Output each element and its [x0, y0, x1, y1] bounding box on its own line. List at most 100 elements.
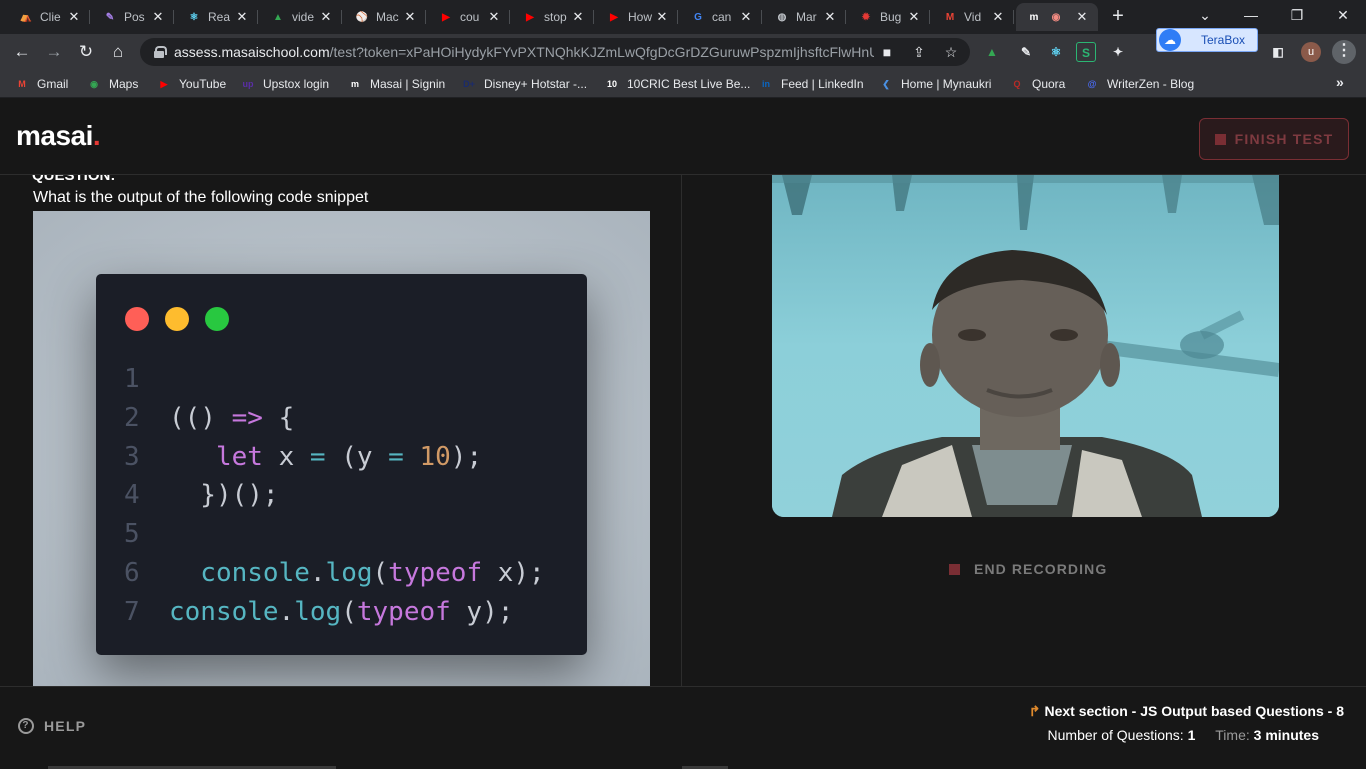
back-icon[interactable]: ← [10, 40, 34, 64]
page-content: masai. FINISH TEST QUESTION: What is the… [0, 98, 1366, 769]
masai-logo[interactable]: masai. [16, 120, 101, 152]
browser-tab[interactable]: ✹ Bug ✕ [848, 3, 930, 31]
forward-icon[interactable]: → [42, 40, 66, 64]
address-bar[interactable]: assess.masaischool.com/test?token=xPaHOi… [140, 38, 970, 66]
close-tab-icon[interactable]: ✕ [66, 9, 82, 25]
close-tab-icon[interactable]: ✕ [822, 9, 838, 25]
finish-test-button[interactable]: FINISH TEST [1199, 118, 1349, 160]
new-tab-button[interactable]: + [1106, 5, 1130, 29]
bookmark-item[interactable]: Q Quora [1009, 75, 1065, 93]
code-token: (y [325, 441, 389, 472]
bookmarks-overflow-icon[interactable]: » [1336, 74, 1344, 90]
share-icon[interactable]: ⇪ [910, 43, 928, 61]
react-icon: ⚛ [189, 11, 199, 23]
close-tab-icon[interactable]: ✕ [318, 9, 334, 25]
browser-tab[interactable]: ▶ cou ✕ [428, 3, 510, 31]
youtube-icon: ▶ [160, 78, 168, 89]
close-tab-icon[interactable]: ✕ [1074, 9, 1090, 25]
bookmark-label: Maps [109, 77, 139, 91]
close-tab-icon[interactable]: ✕ [654, 9, 670, 25]
code-line: 4 })(); [124, 476, 545, 515]
browser-tab[interactable]: ▶ stop ✕ [512, 3, 594, 31]
code-window: 1 2(() => {3 let x = (y = 10); 4 })(); 5 6… [96, 274, 587, 655]
tab-title: Rea [208, 10, 231, 24]
close-tab-icon[interactable]: ✕ [402, 9, 418, 25]
browser-tab[interactable]: ⚛ Rea ✕ [176, 3, 258, 31]
bookmark-item[interactable]: m Masai | Signin [347, 75, 445, 93]
tab-title: stop [544, 10, 567, 24]
eyedropper-extension-icon[interactable]: ✎ [1016, 42, 1036, 62]
browser-tab[interactable]: ▲ vide ✕ [260, 3, 342, 31]
bookmark-label: Upstox login [263, 77, 330, 91]
google-icon: G [694, 11, 702, 23]
question-pane[interactable]: QUESTION: What is the output of the foll… [0, 175, 682, 686]
bookmark-item[interactable]: M Gmail [14, 75, 68, 93]
browser-tab[interactable]: ▶ How ✕ [596, 3, 678, 31]
tab-search-icon[interactable]: ⌄ [1182, 3, 1228, 29]
code-token: ); [450, 441, 483, 472]
youtube-icon: ▶ [442, 11, 450, 23]
tab-separator [89, 10, 90, 24]
close-tab-icon[interactable]: ✕ [486, 9, 502, 25]
camera-icon[interactable]: ■ [878, 43, 896, 61]
browser-tab[interactable]: Gcan ✕ [680, 3, 762, 31]
browser-tab[interactable]: M Vid ✕ [932, 3, 1014, 31]
extension-puzzle-icon[interactable]: ✦ [1108, 42, 1128, 62]
terabox-popup[interactable]: ☁ TeraBox [1156, 28, 1258, 52]
code-line: 2 (() => { [124, 399, 545, 438]
bookmark-item[interactable]: ▶ YouTube [156, 75, 227, 93]
restore-button[interactable]: ❐ [1274, 3, 1320, 29]
side-panel-icon[interactable]: ◧ [1268, 42, 1288, 62]
browser-tab[interactable]: m ◉ ✕ [1016, 3, 1098, 31]
browser-tab[interactable]: ✎ Pos ✕ [92, 3, 174, 31]
maps-pin-icon: ◉ [90, 78, 98, 89]
bookmark-item[interactable]: ◉ Maps [86, 75, 138, 93]
bookmark-item[interactable]: up Upstox login [240, 75, 330, 93]
react-devtools-extension-icon[interactable]: ⚛ [1046, 42, 1066, 62]
bookmark-star-icon[interactable]: ☆ [942, 43, 960, 61]
browser-tab[interactable]: ⚾ Mac ✕ [344, 3, 426, 31]
bookmark-label: Feed | LinkedIn [781, 77, 864, 91]
browser-tab[interactable]: ⛺ Clie ✕ [8, 3, 90, 31]
gmail-icon: M [18, 79, 26, 89]
close-tab-icon[interactable]: ✕ [570, 9, 586, 25]
window-close-button[interactable]: ✕ [1320, 3, 1366, 29]
home-icon[interactable]: ⌂ [106, 40, 130, 64]
num-questions-label: Number of Questions: [1047, 727, 1184, 743]
minimize-button[interactable]: — [1228, 3, 1274, 29]
tab-separator [1013, 10, 1014, 24]
close-tab-icon[interactable]: ✕ [150, 9, 166, 25]
tab-separator [761, 10, 762, 24]
tab-separator [677, 10, 678, 24]
close-tab-icon[interactable]: ✕ [738, 9, 754, 25]
bookmark-item[interactable]: in Feed | LinkedIn [758, 75, 864, 93]
bookmark-item[interactable]: ❮ Home | Mynaukri [878, 75, 991, 93]
close-tab-icon[interactable]: ✕ [234, 9, 250, 25]
line-number: 4 [124, 480, 140, 511]
profile-avatar[interactable]: u [1301, 42, 1321, 62]
close-tab-icon[interactable]: ✕ [906, 9, 922, 25]
google-drive-icon: ▲ [273, 11, 283, 23]
code-token: = [309, 441, 326, 472]
tab-title: How [628, 10, 653, 24]
end-recording-button[interactable]: END RECORDING [949, 561, 1107, 577]
bookmark-item[interactable]: D+ Disney+ Hotstar -... [461, 75, 587, 93]
lock-icon[interactable] [154, 46, 167, 58]
window-dots [125, 307, 245, 331]
google-drive-extension-icon[interactable]: ▲ [982, 42, 1002, 62]
url-text[interactable]: assess.masaischool.com/test?token=xPaHOi… [174, 44, 874, 60]
line-number: 3 [124, 441, 140, 472]
tab-title: vide [292, 10, 315, 24]
browser-tab[interactable]: ◍ Mar ✕ [764, 3, 846, 31]
tab-title: Bug [880, 10, 902, 24]
close-tab-icon[interactable]: ✕ [990, 9, 1006, 25]
line-number: 2 [124, 402, 140, 433]
browser-menu-icon[interactable]: ⋮ [1332, 40, 1356, 64]
bookmark-item[interactable]: @ WriterZen - Blog [1084, 75, 1195, 93]
s-extension-icon[interactable]: S [1076, 42, 1096, 62]
bookmark-item[interactable]: 10 10CRIC Best Live Be... [604, 75, 750, 93]
next-section-info: ↱ Next section - JS Output based Question… [1029, 703, 1344, 720]
help-button[interactable]: ? HELP [18, 718, 86, 734]
reload-icon[interactable]: ↻ [74, 40, 98, 64]
